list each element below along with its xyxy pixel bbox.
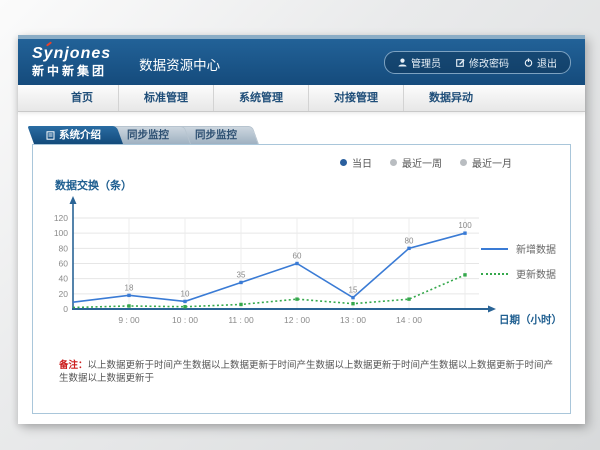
- range-filter-group: 当日 最近一周 最近一月: [340, 155, 512, 170]
- svg-text:60: 60: [59, 259, 69, 269]
- power-icon: [524, 58, 533, 67]
- chart-legend: 新增数据 更新数据: [481, 241, 556, 281]
- filter-last-week[interactable]: 最近一周: [390, 155, 442, 170]
- tab-system-intro[interactable]: 系统介绍: [34, 126, 123, 144]
- change-password-label: 修改密码: [469, 55, 509, 70]
- svg-text:120: 120: [54, 213, 68, 223]
- filter-last-month[interactable]: 最近一月: [460, 155, 512, 170]
- legend-line-sample: [481, 273, 508, 275]
- tab-label: 同步监控: [195, 126, 237, 144]
- radio-icon: [340, 159, 347, 166]
- app-header: Synjones 新中新集团 数据资源中心 管理员 修改密码: [18, 39, 585, 85]
- svg-text:10 : 00: 10 : 00: [172, 315, 198, 325]
- tab-label: 同步监控: [127, 126, 169, 144]
- nav-item-system-mgmt[interactable]: 系统管理: [214, 85, 309, 111]
- legend-label: 更新数据: [516, 266, 556, 281]
- current-user-button[interactable]: 管理员: [398, 55, 441, 70]
- svg-text:15: 15: [349, 286, 358, 295]
- svg-text:20: 20: [59, 289, 69, 299]
- svg-text:100: 100: [54, 228, 68, 238]
- legend-line-sample: [481, 248, 508, 250]
- filter-label: 当日: [352, 155, 372, 170]
- svg-text:10: 10: [181, 289, 190, 298]
- user-icon: [398, 58, 407, 67]
- nav-item-integration-mgmt[interactable]: 对接管理: [309, 85, 404, 111]
- filter-today[interactable]: 当日: [340, 155, 372, 170]
- svg-text:40: 40: [59, 274, 69, 284]
- legend-item-updated-data: 更新数据: [481, 266, 556, 281]
- document-icon: [46, 131, 55, 140]
- svg-text:日期（小时）: 日期（小时）: [499, 313, 562, 326]
- user-name-label: 管理员: [411, 55, 441, 70]
- user-toolbar: 管理员 修改密码 退出: [384, 51, 571, 74]
- tab-sync-monitor-2[interactable]: 同步监控: [183, 126, 259, 144]
- svg-text:35: 35: [237, 270, 246, 279]
- nav-item-home[interactable]: 首页: [46, 85, 119, 111]
- svg-text:11 : 00: 11 : 00: [228, 315, 254, 325]
- edit-icon: [456, 58, 465, 67]
- svg-text:12 : 00: 12 : 00: [284, 315, 310, 325]
- radio-icon: [390, 159, 397, 166]
- svg-text:14 : 00: 14 : 00: [396, 315, 422, 325]
- chart-panel: 当日 最近一周 最近一月 数据交换（条） 0204060801001209 : …: [32, 144, 571, 414]
- tab-sync-monitor-1[interactable]: 同步监控: [115, 126, 191, 144]
- nav-item-standard-mgmt[interactable]: 标准管理: [119, 85, 214, 111]
- company-logo: Synjones 新中新集团: [32, 46, 111, 77]
- tab-label: 系统介绍: [59, 126, 101, 144]
- tab-bar: 系统介绍 同步监控 同步监控: [34, 125, 571, 144]
- svg-text:60: 60: [293, 252, 302, 261]
- logout-label: 退出: [537, 55, 557, 70]
- svg-text:100: 100: [458, 221, 472, 230]
- logout-button[interactable]: 退出: [524, 55, 557, 70]
- footnote-text: 以上数据更新于时间产生数据以上数据更新于时间产生数据以上数据更新于时间产生数据以…: [59, 360, 553, 384]
- main-window: Synjones 新中新集团 数据资源中心 管理员 修改密码: [18, 35, 585, 424]
- svg-text:13 : 00: 13 : 00: [340, 315, 366, 325]
- filter-label: 最近一月: [472, 155, 512, 170]
- footnote-prefix: 备注：: [59, 360, 88, 371]
- svg-text:9 : 00: 9 : 00: [118, 315, 140, 325]
- logo-company-name: 新中新集团: [32, 65, 111, 78]
- legend-label: 新增数据: [516, 241, 556, 256]
- main-nav: 首页 标准管理 系统管理 对接管理 数据异动: [18, 85, 585, 112]
- svg-text:0: 0: [63, 304, 68, 314]
- svg-text:18: 18: [125, 283, 134, 292]
- radio-icon: [460, 159, 467, 166]
- nav-item-data-change[interactable]: 数据异动: [404, 85, 498, 111]
- legend-item-new-data: 新增数据: [481, 241, 556, 256]
- logo-wordmark: Synjones: [32, 46, 111, 63]
- svg-text:80: 80: [59, 243, 69, 253]
- svg-text:80: 80: [405, 236, 414, 245]
- footnote: 备注：以上数据更新于时间产生数据以上数据更新于时间产生数据以上数据更新于时间产生…: [59, 359, 556, 386]
- change-password-button[interactable]: 修改密码: [456, 55, 509, 70]
- page-title: 数据资源中心: [139, 54, 220, 74]
- filter-label: 最近一周: [402, 155, 442, 170]
